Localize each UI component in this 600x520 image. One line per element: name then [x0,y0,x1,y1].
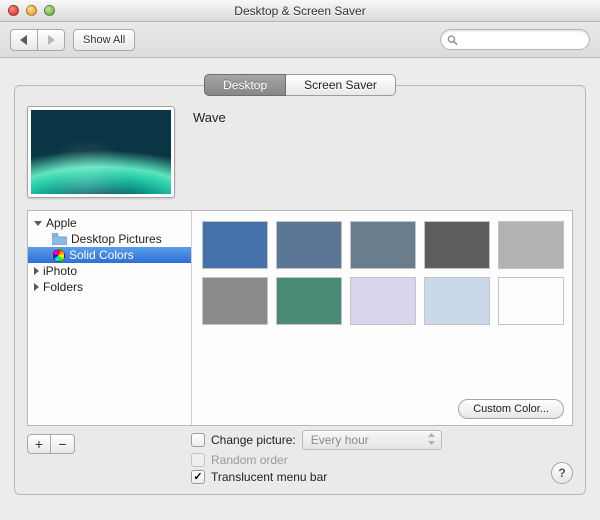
help-button[interactable]: ? [551,462,573,484]
add-remove-buttons: + − [27,434,75,454]
random-order-label: Random order [211,453,288,467]
swatch[interactable] [498,277,564,325]
forward-icon [47,35,55,45]
nav-buttons [10,29,65,51]
back-icon [20,35,28,45]
back-button[interactable] [10,29,38,51]
minimize-icon[interactable] [26,5,37,16]
window-controls [0,5,55,16]
titlebar: Desktop & Screen Saver [0,0,600,22]
disclosure-closed-icon [34,267,39,275]
sidebar-item-folders[interactable]: Folders [28,279,191,295]
picker: Apple Desktop Pictures [27,210,573,426]
search-field[interactable] [440,29,590,50]
current-desktop-name: Wave [193,106,226,125]
disclosure-open-icon [34,221,42,226]
change-interval-value: Every hour [311,433,369,447]
wave-thumbnail-image [31,110,171,194]
custom-color-button[interactable]: Custom Color... [458,399,564,419]
swatch[interactable] [498,221,564,269]
change-interval-popup[interactable]: Every hour [302,430,442,450]
sidebar-item-desktop-pictures[interactable]: Desktop Pictures [28,231,191,247]
change-picture-checkbox[interactable] [191,433,205,447]
tabs: Desktop Screen Saver [204,74,396,96]
swatch[interactable] [424,277,490,325]
tab-screensaver[interactable]: Screen Saver [286,74,396,96]
search-icon [447,34,458,46]
swatch[interactable] [424,221,490,269]
sidebar-item-apple[interactable]: Apple [28,215,191,231]
swatch-grid [202,221,564,325]
swatch[interactable] [202,277,268,325]
swatch[interactable] [276,277,342,325]
zoom-icon[interactable] [44,5,55,16]
current-desktop-thumbnail [27,106,175,198]
rainbow-icon [52,249,65,262]
translucent-menubar-label: Translucent menu bar [211,470,327,484]
source-sidebar: Apple Desktop Pictures [28,211,192,425]
swatches-pane: Custom Color... [192,211,572,425]
window-title: Desktop & Screen Saver [0,4,600,18]
remove-folder-button[interactable]: − [51,434,75,454]
search-input[interactable] [462,33,581,47]
swatch[interactable] [202,221,268,269]
tab-desktop[interactable]: Desktop [204,74,286,96]
sidebar-label: Apple [46,216,77,230]
swatch[interactable] [350,221,416,269]
close-icon[interactable] [8,5,19,16]
sidebar-label: Solid Colors [69,248,134,262]
add-folder-button[interactable]: + [27,434,51,454]
disclosure-closed-icon [34,283,39,291]
sidebar-item-iphoto[interactable]: iPhoto [28,263,191,279]
toolbar: Show All [0,22,600,58]
swatch[interactable] [276,221,342,269]
popup-arrows-icon [428,433,435,448]
show-all-button[interactable]: Show All [73,29,135,51]
change-picture-label: Change picture: [211,433,296,447]
desktop-panel: Wave Apple [14,85,586,495]
sidebar-item-solid-colors[interactable]: Solid Colors [28,247,191,263]
sidebar-label: Desktop Pictures [71,232,162,246]
sidebar-label: Folders [43,280,83,294]
folder-icon [52,233,67,245]
sidebar-label: iPhoto [43,264,77,278]
forward-button[interactable] [38,29,65,51]
swatch[interactable] [350,277,416,325]
translucent-menubar-checkbox[interactable] [191,470,205,484]
random-order-checkbox [191,453,205,467]
